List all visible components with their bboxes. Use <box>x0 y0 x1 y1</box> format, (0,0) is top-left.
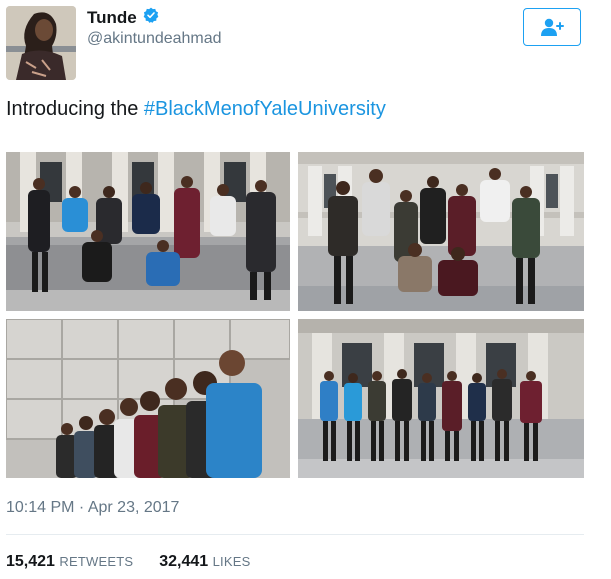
follow-button[interactable] <box>523 8 581 46</box>
tweet-photo-3[interactable] <box>6 319 290 478</box>
group-photo-diagonal-line <box>6 319 290 478</box>
verified-badge-icon <box>143 7 159 28</box>
avatar[interactable] <box>6 6 76 80</box>
tweet-stats: 15,421 RETWEETS 32,441 LIKES <box>6 553 250 571</box>
tweet-photo-2[interactable] <box>298 152 584 311</box>
likes-label: LIKES <box>212 554 251 569</box>
user-name-row[interactable]: Tunde <box>87 7 159 28</box>
add-user-icon <box>541 18 564 36</box>
tweet-text-prefix: Introducing the <box>6 98 144 120</box>
likes-count: 32,441 <box>159 553 209 570</box>
group-photo-building <box>298 152 584 311</box>
retweets-stat[interactable]: 15,421 RETWEETS <box>6 553 133 571</box>
likes-stat[interactable]: 32,441 LIKES <box>159 553 250 571</box>
user-name[interactable]: Tunde <box>87 8 137 28</box>
tweet-photo-4[interactable] <box>298 319 584 478</box>
tweet-photo-1[interactable] <box>6 152 290 311</box>
tweet-timestamp[interactable]: 10:14 PM · Apr 23, 2017 <box>6 499 179 517</box>
group-photo-columns <box>298 319 584 478</box>
user-handle[interactable]: @akintundeahmad <box>87 30 222 48</box>
retweets-label: RETWEETS <box>59 554 134 569</box>
tweet-text: Introducing the #BlackMenofYaleUniversit… <box>6 98 386 121</box>
avatar-image <box>6 6 76 80</box>
divider <box>6 534 584 535</box>
group-photo-steps <box>6 152 290 311</box>
hashtag-link[interactable]: #BlackMenofYaleUniversity <box>144 98 386 120</box>
retweets-count: 15,421 <box>6 553 55 570</box>
